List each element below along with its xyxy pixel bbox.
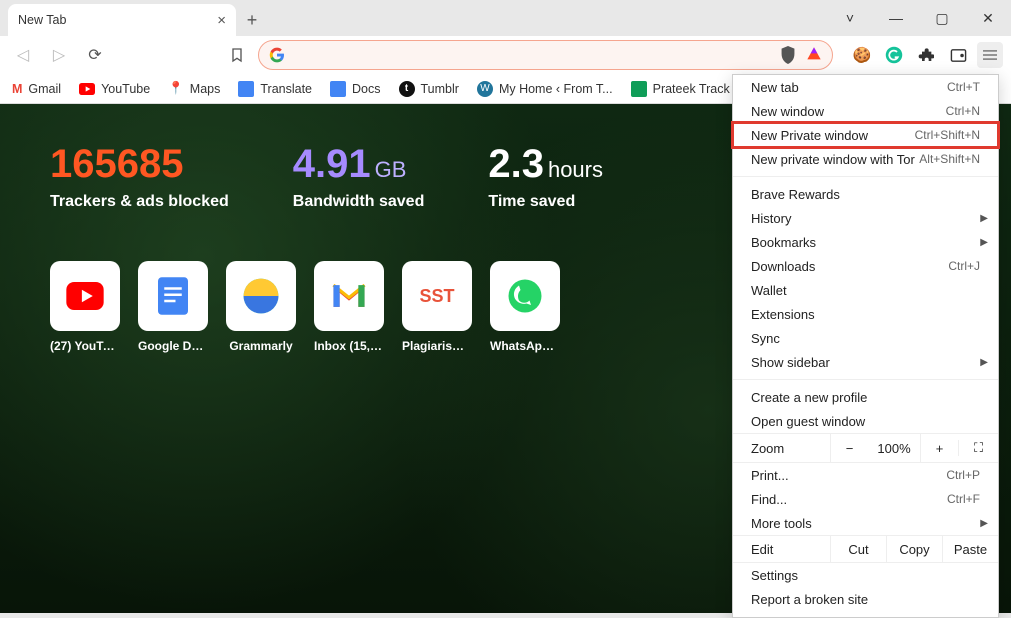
wallet-icon[interactable]	[945, 42, 971, 68]
forward-button[interactable]: ▷	[44, 40, 74, 70]
menu-new-private-window[interactable]: New Private windowCtrl+Shift+N	[733, 123, 998, 147]
menu-show-sidebar[interactable]: Show sidebar▶	[733, 350, 998, 374]
zoom-out-button[interactable]: −	[830, 434, 868, 462]
menu-find[interactable]: Find...Ctrl+F	[733, 487, 998, 511]
bookmark-sheets[interactable]: Prateek Track	[631, 81, 730, 97]
menu-edit-row: Edit Cut Copy Paste	[733, 535, 998, 563]
ext-grammarly-icon[interactable]	[881, 42, 907, 68]
menu-zoom-row: Zoom − 100% + ⛶	[733, 433, 998, 463]
win-maximize[interactable]: ▢	[919, 0, 965, 36]
bookmark-translate[interactable]: Translate	[238, 81, 312, 97]
menu-new-tor-window[interactable]: New private window with TorAlt+Shift+N	[733, 147, 998, 171]
bookmark-icon[interactable]	[222, 40, 252, 70]
zoom-value: 100%	[868, 441, 920, 456]
google-icon	[269, 47, 285, 63]
menu-wallet[interactable]: Wallet	[733, 278, 998, 302]
app-menu-button[interactable]	[977, 42, 1003, 68]
menu-settings[interactable]: Settings	[733, 563, 998, 587]
menu-print[interactable]: Print...Ctrl+P	[733, 463, 998, 487]
brave-rewards-icon[interactable]	[806, 46, 822, 64]
stat-time: 2.3hours Time saved	[488, 142, 603, 211]
reload-button[interactable]: ⟳	[80, 40, 110, 70]
zoom-in-button[interactable]: +	[920, 434, 958, 462]
stat-bandwidth: 4.91GB Bandwidth saved	[293, 142, 425, 211]
toolbar: ◁ ▷ ⟳ 🍪	[0, 36, 1011, 74]
tile-grammarly[interactable]: Grammarly	[226, 261, 296, 353]
stat-trackers: 165685 Trackers & ads blocked	[50, 142, 229, 211]
menu-report-broken[interactable]: Report a broken site	[733, 587, 998, 611]
tile-docs[interactable]: Google Docs	[138, 261, 208, 353]
tab-title: New Tab	[18, 13, 66, 27]
extensions-icon[interactable]	[913, 42, 939, 68]
bookmark-docs[interactable]: Docs	[330, 81, 380, 97]
tile-sst[interactable]: SSTPlagiarism ...	[402, 261, 472, 353]
edit-cut-button[interactable]: Cut	[830, 536, 886, 562]
win-dropdown[interactable]: ˅	[827, 0, 873, 36]
menu-new-window[interactable]: New windowCtrl+N	[733, 99, 998, 123]
app-menu: New tabCtrl+T New windowCtrl+N New Priva…	[732, 74, 999, 618]
menu-new-tab[interactable]: New tabCtrl+T	[733, 75, 998, 99]
tile-youtube[interactable]: (27) YouTube	[50, 261, 120, 353]
menu-bookmarks[interactable]: Bookmarks▶	[733, 230, 998, 254]
bookmark-gmail[interactable]: MGmail	[12, 82, 61, 96]
edit-paste-button[interactable]: Paste	[942, 536, 998, 562]
menu-extensions[interactable]: Extensions	[733, 302, 998, 326]
edit-copy-button[interactable]: Copy	[886, 536, 942, 562]
edit-label: Edit	[733, 536, 830, 562]
brave-shields-icon[interactable]	[780, 46, 796, 64]
menu-guest-window[interactable]: Open guest window	[733, 409, 998, 433]
bookmark-maps[interactable]: 📍Maps	[168, 81, 220, 96]
tile-whatsapp[interactable]: WhatsApp ...	[490, 261, 560, 353]
tab-new-tab[interactable]: New Tab ×	[8, 4, 236, 36]
win-minimize[interactable]: —	[873, 0, 919, 36]
menu-create-profile[interactable]: Create a new profile	[733, 385, 998, 409]
menu-brave-rewards[interactable]: Brave Rewards	[733, 182, 998, 206]
menu-more-tools[interactable]: More tools▶	[733, 511, 998, 535]
bookmark-tumblr[interactable]: tTumblr	[399, 81, 459, 97]
menu-history[interactable]: History▶	[733, 206, 998, 230]
bookmark-youtube[interactable]: YouTube	[79, 82, 150, 96]
back-button[interactable]: ◁	[8, 40, 38, 70]
zoom-label: Zoom	[733, 441, 830, 456]
win-close[interactable]: ✕	[965, 0, 1011, 36]
bookmark-wordpress[interactable]: WMy Home ‹ From T...	[477, 81, 613, 97]
menu-downloads[interactable]: DownloadsCtrl+J	[733, 254, 998, 278]
ext-cookie-icon[interactable]: 🍪	[849, 42, 875, 68]
fullscreen-button[interactable]: ⛶	[958, 440, 998, 456]
tab-close-icon[interactable]: ×	[217, 12, 226, 29]
tile-gmail[interactable]: Inbox (15,666)	[314, 261, 384, 353]
address-bar[interactable]	[258, 40, 833, 70]
new-tab-button[interactable]: +	[236, 4, 268, 36]
menu-sync[interactable]: Sync	[733, 326, 998, 350]
